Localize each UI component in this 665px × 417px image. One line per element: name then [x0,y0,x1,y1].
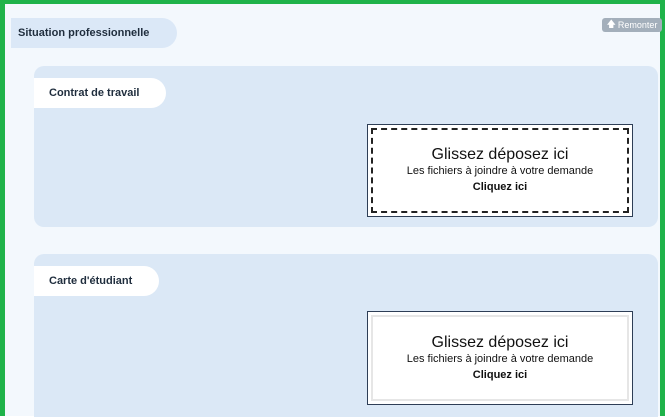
page-frame: Situation professionnelle 🡅 Remonter Con… [0,0,665,417]
dropzone-title: Glissez déposez ici [431,146,569,163]
back-to-top-label: Remonter [617,20,658,30]
document-label-text: Carte d'étudiant [49,275,133,287]
document-label-text: Contrat de travail [49,87,140,99]
document-panel-contrat: Contrat de travail Glissez déposez ici L… [34,66,658,227]
back-to-top-button[interactable]: 🡅 Remonter [602,18,662,32]
dropzone-inner: Glissez déposez ici Les fichiers à joind… [371,128,629,213]
dropzone-title: Glissez déposez ici [431,333,569,351]
dropzone-subtitle: Les fichiers à joindre à votre demande [406,352,594,365]
file-dropzone[interactable]: Glissez déposez ici Les fichiers à joind… [367,311,633,405]
document-label: Contrat de travail [34,78,166,108]
dropzone-inner: Glissez déposez ici Les fichiers à joind… [371,315,629,401]
document-panel-carte-etudiant: Carte d'étudiant Glissez déposez ici Les… [34,254,658,417]
file-dropzone[interactable]: Glissez déposez ici Les fichiers à joind… [367,124,633,217]
dropzone-click-link[interactable]: Cliquez ici [473,179,527,196]
section-title: Situation professionnelle [11,18,177,48]
arrow-up-icon: 🡅 [606,19,616,29]
dropzone-subtitle: Les fichiers à joindre à votre demande [406,165,594,177]
section-title-label: Situation professionnelle [18,27,150,39]
dropzone-click-link[interactable]: Cliquez ici [473,367,527,384]
document-label: Carte d'étudiant [34,266,159,296]
